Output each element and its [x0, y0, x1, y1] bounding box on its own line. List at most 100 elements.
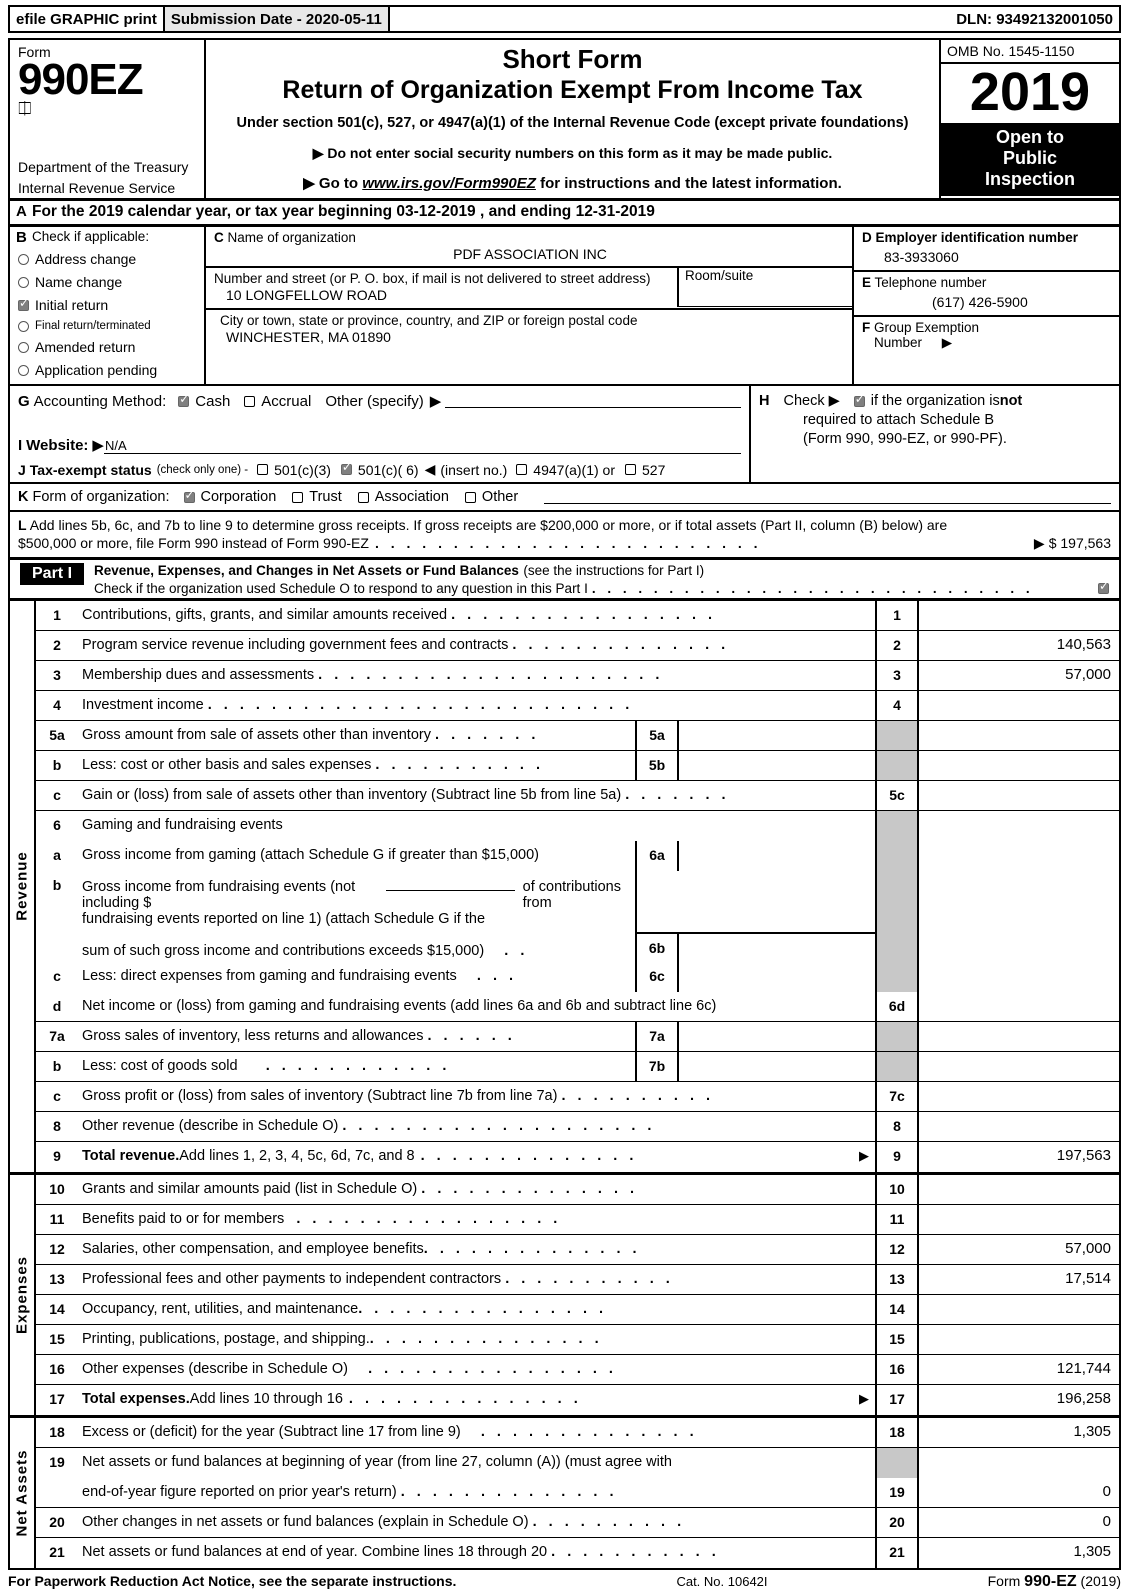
checkbox-other-icon[interactable]	[464, 491, 476, 503]
form-of-org-label: Form of organization:	[32, 489, 170, 505]
sub-box-value[interactable]	[679, 1052, 875, 1081]
line-value[interactable]: 0	[919, 1508, 1119, 1537]
line-value[interactable]: 1,305	[919, 1418, 1119, 1447]
checkbox-name-change[interactable]: Name change	[18, 274, 196, 290]
line-box-number: 17	[875, 1384, 919, 1415]
line-value[interactable]	[919, 1175, 1119, 1204]
line-description: Gross profit or (loss) from sales of inv…	[82, 1087, 558, 1104]
line-value	[919, 811, 1119, 841]
sub-box-value[interactable]	[679, 841, 875, 871]
tax-exempt-note: (check only one) -	[156, 463, 249, 476]
shaded-cell	[875, 840, 919, 871]
line-number: 12	[49, 1240, 65, 1257]
checkbox-corporation-checked-icon[interactable]	[183, 489, 195, 503]
line-number: a	[53, 846, 61, 863]
line-value[interactable]: 0	[919, 1478, 1119, 1507]
line-value[interactable]	[919, 1295, 1119, 1324]
checkbox-icon[interactable]	[18, 320, 29, 332]
line-value[interactable]	[919, 1112, 1119, 1141]
other-org-input[interactable]	[544, 491, 1111, 504]
table-row: 17 Total expenses. Add lines 10 through …	[36, 1384, 1119, 1415]
line-value[interactable]: 121,744	[919, 1355, 1119, 1384]
shaded-cell	[875, 1021, 919, 1051]
line-value[interactable]: 1,305	[919, 1538, 1119, 1568]
line-h-letter: H	[759, 393, 770, 409]
checkbox-final-return[interactable]: Final return/terminated	[18, 320, 196, 332]
checkbox-application-pending[interactable]: Application pending	[18, 362, 196, 378]
checkbox-icon[interactable]	[18, 276, 29, 288]
line-value[interactable]	[919, 781, 1119, 810]
line-number: 5a	[49, 726, 65, 743]
checkbox-checked-icon[interactable]	[18, 297, 29, 311]
accrual-label: Accrual	[261, 392, 312, 410]
line-value[interactable]	[919, 1325, 1119, 1354]
other-specify-input[interactable]	[445, 395, 741, 408]
sub-box-value[interactable]	[679, 751, 875, 780]
line-value[interactable]: 197,563	[919, 1142, 1119, 1172]
line-value[interactable]	[919, 691, 1119, 720]
section-gh: G Accounting Method: Cash Accrual Other …	[10, 386, 1119, 484]
checkbox-4947a1-icon[interactable]	[516, 464, 528, 475]
line-value[interactable]: 196,258	[919, 1385, 1119, 1415]
checkbox-cash-checked-icon[interactable]	[178, 393, 189, 407]
line-description: Salaries, other compensation, and employ…	[82, 1240, 424, 1257]
line-description: Net assets or fund balances at end of ye…	[82, 1543, 548, 1560]
checkbox-amended-return[interactable]: Amended return	[18, 339, 196, 355]
line-number: 16	[49, 1360, 65, 1377]
line-value[interactable]	[919, 1205, 1119, 1234]
tax-exempt-label: Tax-exempt status	[29, 461, 152, 478]
irs-url-link[interactable]: www.irs.gov/Form990EZ	[362, 175, 536, 192]
checkbox-accrual-icon[interactable]	[244, 395, 256, 407]
line-value	[919, 871, 1119, 962]
fundraising-contributions-input[interactable]	[386, 877, 515, 891]
org-street-block: Number and street (or P. O. box, if mail…	[206, 268, 852, 310]
checkbox-trust-icon[interactable]	[292, 491, 304, 503]
sub-box-number: 6c	[637, 961, 679, 992]
sub-box-value[interactable]	[679, 1022, 875, 1051]
line-value[interactable]	[919, 992, 1119, 1021]
checkbox-initial-return[interactable]: Initial return	[18, 297, 196, 313]
line-box-number: 15	[875, 1324, 919, 1354]
website-value[interactable]: N/A	[103, 438, 741, 454]
line-b-heading: Check if applicable:	[32, 229, 150, 244]
line-description: Less: cost of goods sold	[82, 1057, 238, 1074]
sub-box-value[interactable]	[679, 934, 875, 962]
line-box-number: 6d	[875, 991, 919, 1021]
triangle-icon: ▶	[429, 393, 442, 410]
sub-box-value[interactable]	[679, 962, 875, 992]
net-assets-side-label: Net Assets	[10, 1417, 36, 1568]
phone-label-text: Telephone number	[874, 275, 987, 290]
checkbox-address-change[interactable]: Address change	[18, 251, 196, 267]
line-description: Benefits paid to or for members	[82, 1210, 285, 1227]
paperwork-notice: For Paperwork Reduction Act Notice, see …	[8, 1572, 457, 1589]
option-association-label: Association	[374, 489, 449, 505]
checkbox-icon[interactable]	[18, 253, 29, 265]
checkbox-icon[interactable]	[18, 364, 29, 376]
line-description: Gross amount from sale of assets other t…	[82, 726, 431, 743]
checkbox-501c3-icon[interactable]	[257, 464, 269, 475]
checkbox-icon[interactable]	[18, 341, 29, 353]
line-value[interactable]	[919, 1082, 1119, 1111]
checkbox-schedule-b-checked-icon[interactable]	[853, 393, 865, 408]
line-value[interactable]: 140,563	[919, 631, 1119, 660]
line-l-gross-receipts: L Add lines 5b, 6c, and 7b to line 9 to …	[10, 512, 1119, 560]
checkbox-501c6-checked-icon[interactable]	[340, 461, 352, 475]
sub-box-value[interactable]	[679, 721, 875, 750]
line-value[interactable]: 57,000	[919, 1235, 1119, 1264]
line-box-number: 7c	[875, 1081, 919, 1111]
checkbox-association-icon[interactable]	[357, 491, 369, 503]
irs-service-label: Internal Revenue Service	[18, 180, 176, 196]
line-value	[919, 962, 1119, 992]
line-box-number: 9	[875, 1141, 919, 1172]
line-value[interactable]: 17,514	[919, 1265, 1119, 1294]
line-i-letter: I	[18, 437, 23, 454]
line-value[interactable]	[919, 601, 1119, 630]
checkbox-schedule-o-checked-icon[interactable]	[1098, 580, 1109, 594]
expenses-side-label: Expenses	[10, 1174, 36, 1415]
line-number: 18	[49, 1423, 65, 1440]
line-number: 1	[53, 606, 61, 623]
checkbox-527-icon[interactable]	[625, 464, 636, 475]
option-4947a1-label: 4947(a)(1) or	[533, 461, 615, 478]
gross-receipts-amount: $ 197,563	[1048, 535, 1111, 552]
line-value[interactable]: 57,000	[919, 661, 1119, 690]
